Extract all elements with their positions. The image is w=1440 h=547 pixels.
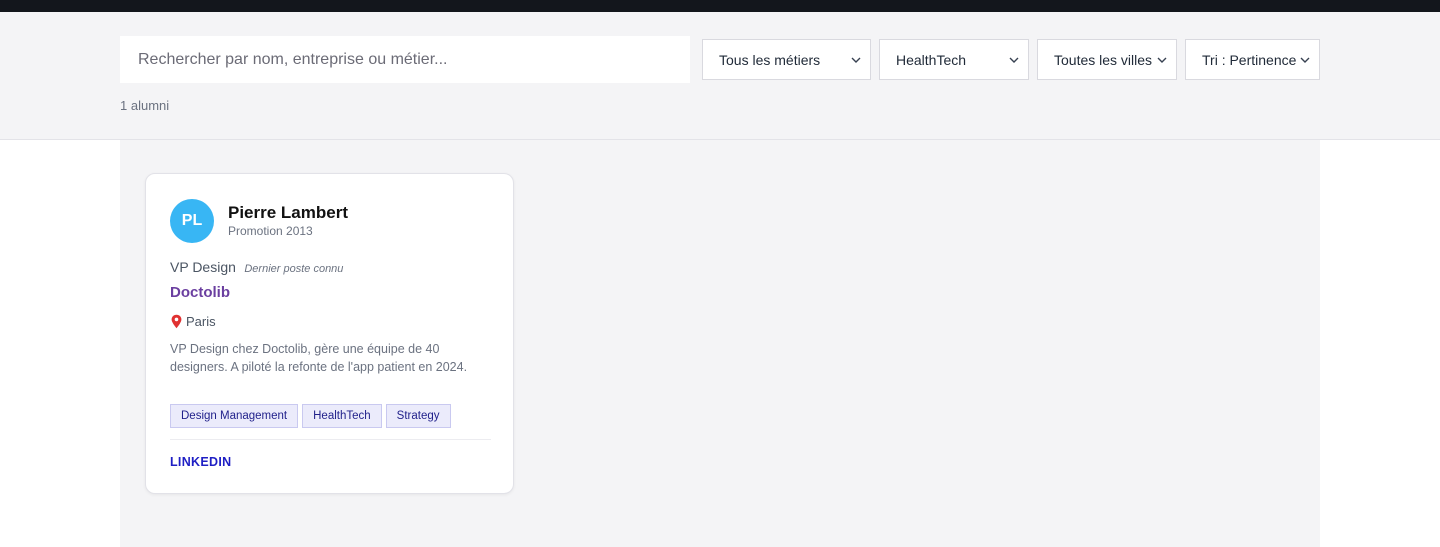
chevron-down-icon — [1300, 57, 1310, 63]
location-pin-icon — [171, 314, 182, 329]
card-divider — [170, 439, 491, 440]
alumni-role: VP Design — [170, 259, 236, 275]
linkedin-link[interactable]: LINKEDIN — [170, 455, 231, 469]
secteur-select-value: HealthTech — [896, 51, 967, 68]
ville-select-value: Toutes les villes — [1054, 51, 1153, 68]
alumni-bio: VP Design chez Doctolib, gère une équipe… — [170, 342, 468, 374]
tag-strategy[interactable]: Strategy — [385, 404, 451, 428]
secteur-select[interactable]: HealthTech — [879, 39, 1029, 80]
tag-list: Design Management HealthTech Strategy — [170, 404, 451, 428]
search-input[interactable] — [120, 36, 690, 83]
role-line: VP Design Dernier poste connu — [170, 259, 343, 277]
tag-design-management[interactable]: Design Management — [170, 404, 299, 428]
results-count: 1 alumni — [120, 98, 170, 113]
filter-bar: Tous les métiers HealthTech Toutes les v… — [0, 12, 1440, 140]
chevron-down-icon — [851, 57, 861, 63]
avatar: PL — [170, 199, 214, 243]
tri-select[interactable]: Tri : Pertinence — [1185, 39, 1320, 80]
alumni-name: Pierre Lambert — [228, 203, 348, 222]
company-link[interactable]: Doctolib — [170, 284, 230, 301]
location: Paris — [170, 314, 216, 329]
metier-select-value: Tous les métiers — [719, 51, 821, 68]
role-note: Dernier poste connu — [244, 263, 344, 275]
ville-select[interactable]: Toutes les villes — [1037, 39, 1177, 80]
alumni-promotion: Promotion 2013 — [228, 224, 313, 238]
results-area: PL Pierre Lambert Promotion 2013 VP Desi… — [120, 140, 1320, 547]
chevron-down-icon — [1009, 57, 1019, 63]
tag-healthtech[interactable]: HealthTech — [302, 404, 382, 428]
tri-select-value: Tri : Pertinence — [1202, 51, 1297, 68]
metier-select[interactable]: Tous les métiers — [702, 39, 871, 80]
alumni-city: Paris — [186, 314, 216, 329]
chevron-down-icon — [1157, 57, 1167, 63]
top-bar — [0, 0, 1440, 12]
alumni-card: PL Pierre Lambert Promotion 2013 VP Desi… — [145, 173, 514, 494]
